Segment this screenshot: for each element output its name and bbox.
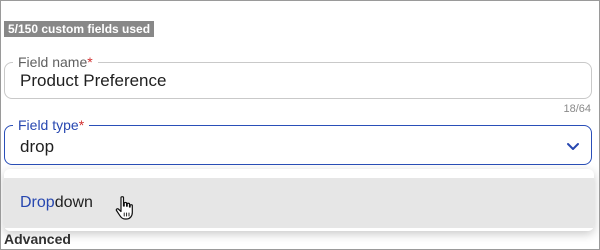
option-match-highlight: Drop	[20, 194, 55, 211]
field-name-input[interactable]: Field name* Product Preference	[4, 53, 592, 99]
hand-pointer-cursor-icon	[115, 196, 133, 220]
field-type-label: Field type*	[13, 116, 90, 134]
option-label: Dropdown	[20, 194, 93, 211]
chevron-down-icon[interactable]	[565, 138, 581, 154]
field-type-select[interactable]: Field type* drop	[4, 116, 592, 165]
required-mark: *	[78, 117, 85, 133]
field-name-label: Field name*	[13, 53, 98, 71]
dropdown-menu: Dropdown	[4, 169, 594, 231]
usage-badge: 5/150 custom fields used	[4, 21, 155, 37]
advanced-section-label: Advanced	[4, 231, 71, 247]
required-mark: *	[87, 54, 93, 70]
field-type-search-value[interactable]: drop	[20, 137, 54, 157]
dropdown-option-dropdown[interactable]: Dropdown	[4, 178, 594, 228]
field-name-value: Product Preference	[20, 71, 167, 90]
character-counter: 18/64	[563, 103, 591, 115]
custom-field-form: 5/150 custom fields used Field name* Pro…	[0, 0, 600, 250]
